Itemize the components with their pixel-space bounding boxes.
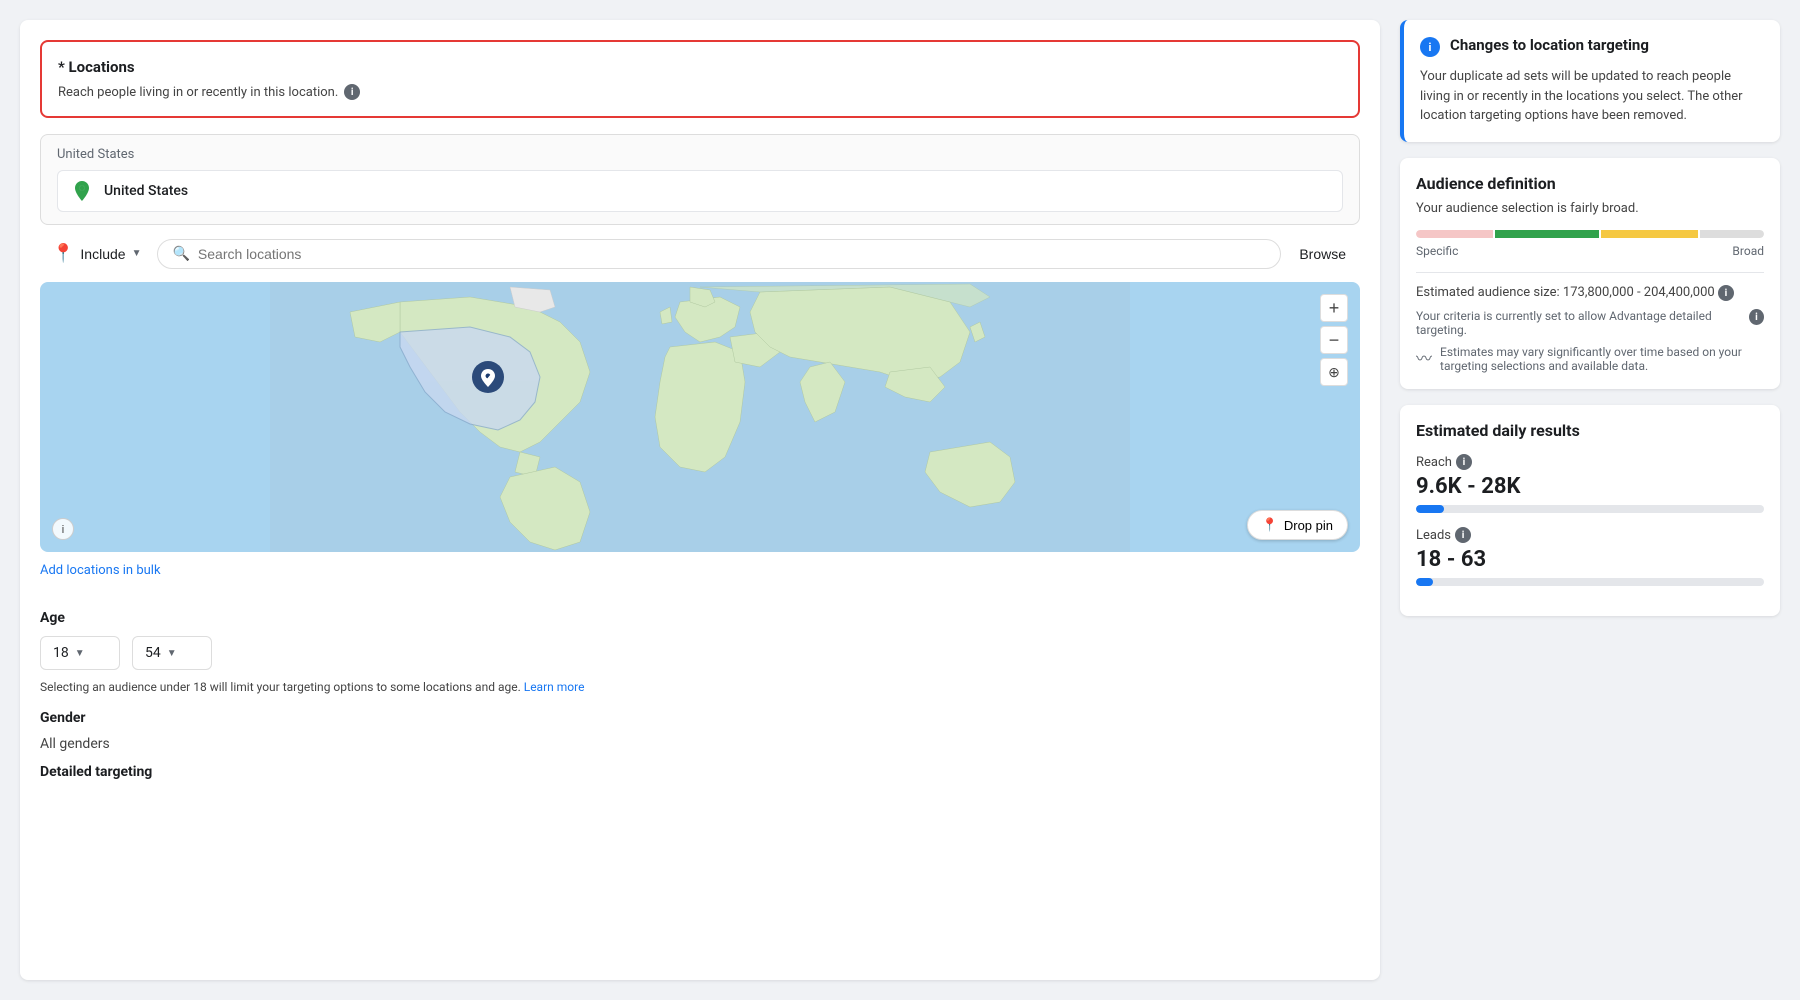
search-row: 📍 Include ▼ 🔍 Browse bbox=[40, 237, 1360, 270]
audience-size: Estimated audience size: 173,800,000 - 2… bbox=[1416, 285, 1764, 302]
detailed-targeting-label: Detailed targeting bbox=[40, 764, 1360, 780]
map-controls: + − ⊕ bbox=[1320, 294, 1348, 386]
age-note: Selecting an audience under 18 will limi… bbox=[40, 680, 1360, 694]
learn-more-link[interactable]: Learn more bbox=[524, 680, 585, 694]
usa-pin bbox=[472, 361, 504, 393]
age-max-chevron: ▼ bbox=[167, 648, 177, 659]
search-icon: 🔍 bbox=[172, 246, 189, 262]
reach-value: 9.6K - 28K bbox=[1416, 474, 1764, 499]
audience-criteria-note: Your criteria is currently set to allow … bbox=[1416, 309, 1764, 337]
bar-labels: Specific Broad bbox=[1416, 244, 1764, 258]
audience-title: Audience definition bbox=[1416, 174, 1764, 193]
locations-title: * Locations bbox=[58, 58, 1342, 76]
estimates-note: 〰 Estimates may vary significantly over … bbox=[1416, 345, 1764, 373]
right-panel: i Changes to location targeting Your dup… bbox=[1400, 20, 1780, 980]
daily-results-card: Estimated daily results Reach i 9.6K - 2… bbox=[1400, 405, 1780, 616]
location-name: United States bbox=[104, 183, 188, 199]
drop-pin-button[interactable]: 📍 Drop pin bbox=[1247, 510, 1348, 540]
bar-middle-green bbox=[1495, 230, 1599, 238]
chevron-down-icon: ▼ bbox=[132, 248, 142, 259]
zoom-out-button[interactable]: − bbox=[1320, 326, 1348, 354]
bar-specific bbox=[1416, 230, 1493, 238]
leads-value: 18 - 63 bbox=[1416, 547, 1764, 572]
leads-info-icon[interactable]: i bbox=[1455, 527, 1471, 543]
include-button[interactable]: 📍 Include ▼ bbox=[44, 237, 149, 270]
age-max-select[interactable]: 54 ▼ bbox=[132, 636, 212, 670]
pin-icon: 📍 bbox=[1262, 517, 1278, 533]
changes-header: i Changes to location targeting bbox=[1420, 36, 1764, 57]
changes-title: Changes to location targeting bbox=[1450, 36, 1649, 54]
compass-button[interactable]: ⊕ bbox=[1320, 358, 1348, 386]
locations-card: * Locations Reach people living in or re… bbox=[40, 40, 1360, 118]
reach-info-icon[interactable]: i bbox=[1456, 454, 1472, 470]
audience-definition-card: Audience definition Your audience select… bbox=[1400, 158, 1780, 390]
locations-info-icon[interactable]: i bbox=[344, 84, 360, 100]
locations-subtitle: Reach people living in or recently in th… bbox=[58, 84, 1342, 100]
criteria-info-icon[interactable]: i bbox=[1749, 309, 1764, 325]
leads-bar-fill bbox=[1416, 578, 1433, 586]
location-box: United States United States bbox=[40, 134, 1360, 225]
zoom-in-button[interactable]: + bbox=[1320, 294, 1348, 322]
audience-subtitle: Your audience selection is fairly broad. bbox=[1416, 201, 1764, 216]
age-label: Age bbox=[40, 610, 1360, 626]
leads-bar-container bbox=[1416, 578, 1764, 586]
age-min-select[interactable]: 18 ▼ bbox=[40, 636, 120, 670]
reach-bar-container bbox=[1416, 505, 1764, 513]
green-pin-icon: 📍 bbox=[52, 243, 74, 264]
location-box-header: United States bbox=[57, 147, 1343, 162]
reach-label: Reach i bbox=[1416, 454, 1764, 470]
divider bbox=[1416, 272, 1764, 273]
location-pin-icon bbox=[70, 179, 94, 203]
changes-card: i Changes to location targeting Your dup… bbox=[1400, 20, 1780, 142]
bar-middle-yellow bbox=[1601, 230, 1698, 238]
map-container: + − ⊕ i 📍 Drop pin bbox=[40, 282, 1360, 552]
browse-button[interactable]: Browse bbox=[1289, 240, 1356, 268]
add-bulk-link[interactable]: Add locations in bulk bbox=[40, 563, 161, 578]
bar-broad bbox=[1700, 230, 1764, 238]
search-input[interactable] bbox=[198, 246, 1266, 262]
leads-label: Leads i bbox=[1416, 527, 1764, 543]
gender-label: Gender bbox=[40, 710, 1360, 726]
trend-icon: 〰 bbox=[1416, 345, 1432, 369]
audience-bar bbox=[1416, 230, 1764, 238]
age-min-chevron: ▼ bbox=[75, 648, 85, 659]
map-info-button[interactable]: i bbox=[52, 518, 74, 540]
changes-body: Your duplicate ad sets will be updated t… bbox=[1420, 67, 1764, 126]
location-item: United States bbox=[57, 170, 1343, 212]
results-title: Estimated daily results bbox=[1416, 421, 1764, 440]
audience-size-info-icon[interactable]: i bbox=[1718, 285, 1734, 301]
changes-info-icon: i bbox=[1420, 37, 1440, 57]
reach-bar-fill bbox=[1416, 505, 1444, 513]
age-row: 18 ▼ 54 ▼ bbox=[40, 636, 1360, 670]
world-map bbox=[40, 282, 1360, 552]
gender-value: All genders bbox=[40, 736, 1360, 752]
search-container: 🔍 bbox=[157, 239, 1281, 269]
